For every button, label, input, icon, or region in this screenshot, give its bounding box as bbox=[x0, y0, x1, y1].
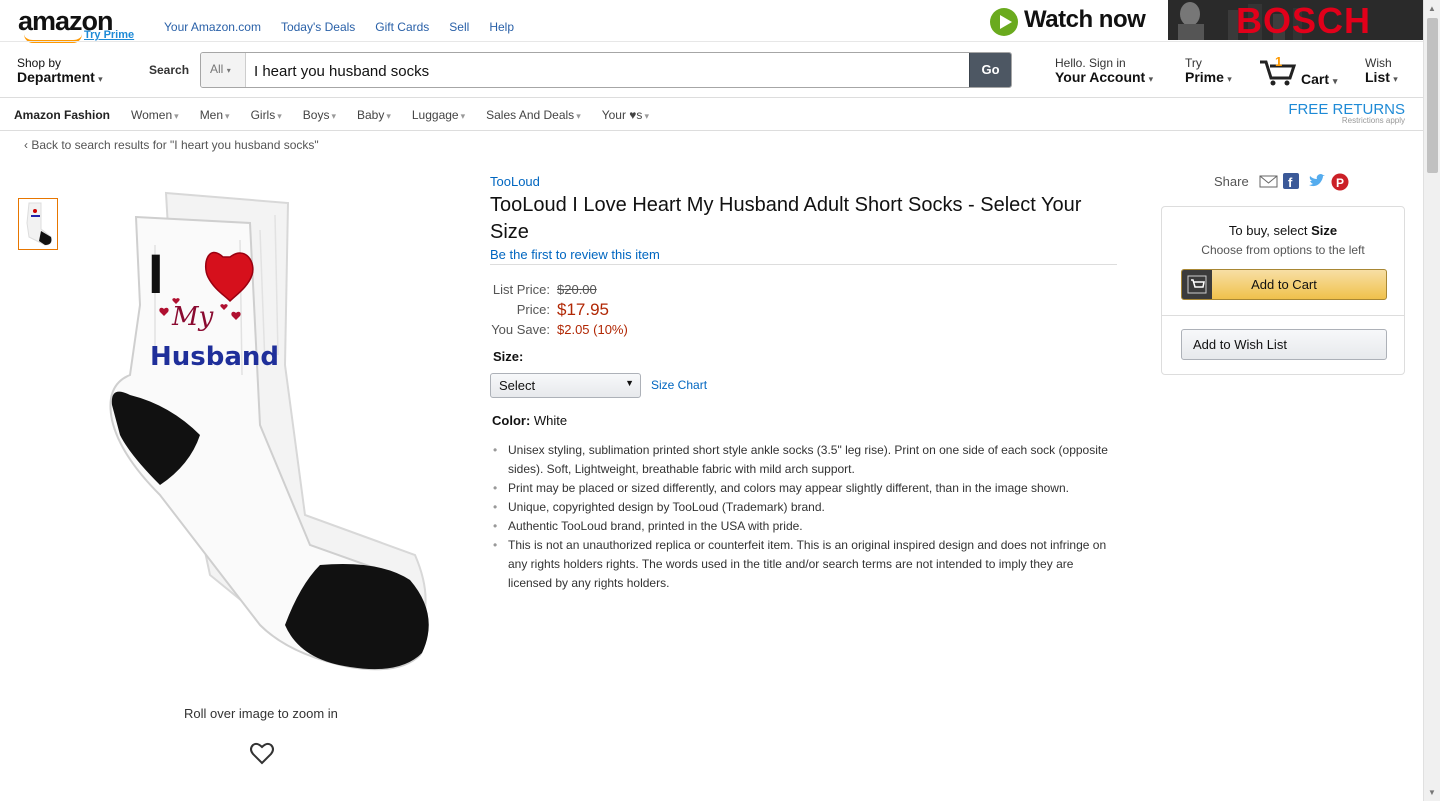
main-nav: Shop by Department ▾ Search All ▾ Go Hel… bbox=[0, 41, 1423, 98]
color-info: Color: White bbox=[492, 413, 568, 428]
list-item: This is not an unauthorized replica or c… bbox=[490, 536, 1120, 593]
chevron-down-icon: ▾ bbox=[1332, 76, 1338, 86]
try-prime-link[interactable]: Try Prime bbox=[84, 29, 134, 41]
bosch-ad-banner[interactable]: Watch now BOSCH bbox=[978, 0, 1423, 40]
ad-watch-now: Watch now bbox=[1024, 6, 1146, 33]
nav-boys[interactable]: Boys ▾ bbox=[303, 108, 336, 122]
sock-print-i: I bbox=[148, 242, 164, 305]
share-label: Share bbox=[1214, 173, 1249, 189]
search-label: Search bbox=[149, 63, 190, 77]
brand-link[interactable]: TooLoud bbox=[490, 174, 540, 189]
nav-girls[interactable]: Girls ▾ bbox=[251, 108, 282, 122]
review-link[interactable]: Be the first to review this item bbox=[490, 247, 660, 262]
account-menu[interactable]: Hello. Sign in Your Account ▾ bbox=[1055, 56, 1153, 86]
search-input[interactable] bbox=[254, 61, 954, 81]
top-link-help[interactable]: Help bbox=[489, 20, 514, 34]
nav-your-hearts[interactable]: Your ♥s ▾ bbox=[602, 108, 649, 122]
sock-thumbnail-image bbox=[26, 202, 52, 246]
list-item: Authentic TooLoud brand, printed in the … bbox=[490, 517, 1120, 536]
nav-men[interactable]: Men ▾ bbox=[200, 108, 230, 122]
nav-baby[interactable]: Baby ▾ bbox=[357, 108, 391, 122]
chevron-down-icon: ▾ bbox=[644, 110, 649, 121]
nav-luggage[interactable]: Luggage ▾ bbox=[412, 108, 465, 122]
free-returns-badge[interactable]: FREE RETURNS Restrictions apply bbox=[1288, 101, 1405, 125]
cart-icon bbox=[1182, 270, 1212, 299]
top-link-sell[interactable]: Sell bbox=[449, 20, 469, 34]
buy-hint: Choose from options to the left bbox=[1201, 243, 1365, 257]
chevron-down-icon: ▾ bbox=[576, 110, 581, 121]
buy-instruction: To buy, select Size bbox=[1228, 223, 1338, 238]
pinterest-icon[interactable]: P bbox=[1331, 173, 1349, 191]
chevron-down-icon: ▾ bbox=[1393, 74, 1398, 84]
heart-favorite-icon[interactable] bbox=[249, 741, 275, 767]
top-links: Your Amazon.com Today's Deals Gift Cards… bbox=[164, 20, 514, 34]
svg-text:P: P bbox=[1336, 176, 1344, 190]
wish-list-menu[interactable]: Wish List ▾ bbox=[1365, 56, 1398, 86]
buy-box: To buy, select Size Choose from options … bbox=[1161, 206, 1405, 375]
nav-amazon-fashion[interactable]: Amazon Fashion bbox=[14, 108, 110, 122]
top-link-your-amazon[interactable]: Your Amazon.com bbox=[164, 20, 261, 34]
divider bbox=[1162, 315, 1404, 316]
divider bbox=[490, 264, 1117, 265]
list-item: Unique, copyrighted design by TooLoud (T… bbox=[490, 498, 1120, 517]
product-main-image[interactable]: I My Husband bbox=[100, 185, 435, 680]
cart-count: 1 bbox=[1275, 54, 1283, 69]
search-scope-dropdown[interactable]: All ▾ bbox=[201, 53, 246, 87]
add-to-cart-button[interactable]: Add to Cart bbox=[1181, 269, 1387, 300]
sock-print-husband: Husband bbox=[150, 342, 279, 372]
amazon-logo[interactable]: amazon Try Prime bbox=[18, 6, 138, 46]
size-chart-link[interactable]: Size Chart bbox=[651, 378, 707, 392]
share-bar: Share f P bbox=[1214, 173, 1349, 191]
chevron-down-icon: ▾ bbox=[277, 110, 282, 121]
price: $17.95 bbox=[557, 300, 609, 319]
chevron-down-icon: ▼ bbox=[625, 378, 634, 388]
feature-bullets: Unisex styling, sublimation printed shor… bbox=[490, 441, 1120, 593]
add-to-wish-list-button[interactable]: Add to Wish List bbox=[1181, 329, 1387, 360]
product-thumbnail[interactable] bbox=[18, 198, 58, 250]
search-bar: All ▾ Go bbox=[200, 52, 1012, 88]
top-link-deals[interactable]: Today's Deals bbox=[281, 20, 355, 34]
twitter-icon[interactable] bbox=[1307, 173, 1325, 189]
chevron-down-icon: ▾ bbox=[460, 110, 466, 121]
nav-women[interactable]: Women ▾ bbox=[131, 108, 179, 122]
search-go-button[interactable]: Go bbox=[969, 53, 1011, 87]
savings: $2.05 (10%) bbox=[557, 322, 628, 337]
chevron-down-icon: ▾ bbox=[226, 66, 231, 75]
nav-sales-deals[interactable]: Sales And Deals ▾ bbox=[486, 108, 581, 122]
cart-label: Cart ▾ bbox=[1301, 71, 1338, 87]
size-select[interactable]: Select ▼ bbox=[490, 373, 641, 398]
shop-by-department[interactable]: Shop by Department ▾ bbox=[17, 56, 103, 86]
chevron-down-icon: ▾ bbox=[225, 110, 230, 121]
facebook-icon[interactable]: f bbox=[1282, 173, 1301, 190]
scroll-up-icon[interactable]: ▲ bbox=[1428, 4, 1436, 13]
list-item: Unisex styling, sublimation printed shor… bbox=[490, 441, 1120, 479]
chevron-down-icon: ▾ bbox=[1148, 74, 1154, 84]
chevron-down-icon: ▾ bbox=[386, 110, 391, 121]
category-nav: Amazon Fashion Women ▾ Men ▾ Girls ▾ Boys ▾ … bbox=[0, 99, 1423, 131]
chevron-down-icon: ▾ bbox=[331, 110, 336, 121]
list-price: $20.00 bbox=[557, 282, 597, 297]
chevron-down-icon: ▾ bbox=[1227, 74, 1232, 84]
page: amazon Try Prime Your Amazon.com Today's… bbox=[0, 0, 1423, 801]
back-to-results-link[interactable]: ‹ Back to search results for "I heart yo… bbox=[24, 138, 319, 152]
top-link-gift-cards[interactable]: Gift Cards bbox=[375, 20, 429, 34]
cart-button[interactable]: 1 Cart ▾ bbox=[1258, 54, 1348, 88]
email-icon[interactable] bbox=[1259, 173, 1278, 189]
ad-brand: BOSCH bbox=[1236, 0, 1372, 40]
scrollbar-thumb[interactable] bbox=[1427, 18, 1438, 173]
chevron-down-icon: ▾ bbox=[98, 74, 103, 84]
price-block: List Price: $20.00 Price: $17.95 You Save:… bbox=[490, 280, 628, 340]
vertical-scrollbar[interactable]: ▲ ▼ bbox=[1423, 0, 1440, 801]
prime-menu[interactable]: Try Prime ▾ bbox=[1185, 56, 1232, 86]
list-item: Print may be placed or sized differently… bbox=[490, 479, 1120, 498]
product-title: TooLoud I Love Heart My Husband Adult Sh… bbox=[490, 194, 1082, 243]
svg-text:f: f bbox=[1288, 175, 1293, 189]
chevron-down-icon: ▾ bbox=[174, 110, 179, 121]
zoom-hint: Roll over image to zoom in bbox=[184, 706, 338, 721]
size-label: Size: bbox=[493, 349, 524, 364]
play-icon bbox=[990, 8, 1018, 36]
scroll-down-icon[interactable]: ▼ bbox=[1428, 788, 1436, 797]
sock-print-my: My bbox=[171, 302, 214, 332]
sock-image: I My Husband bbox=[109, 191, 429, 671]
